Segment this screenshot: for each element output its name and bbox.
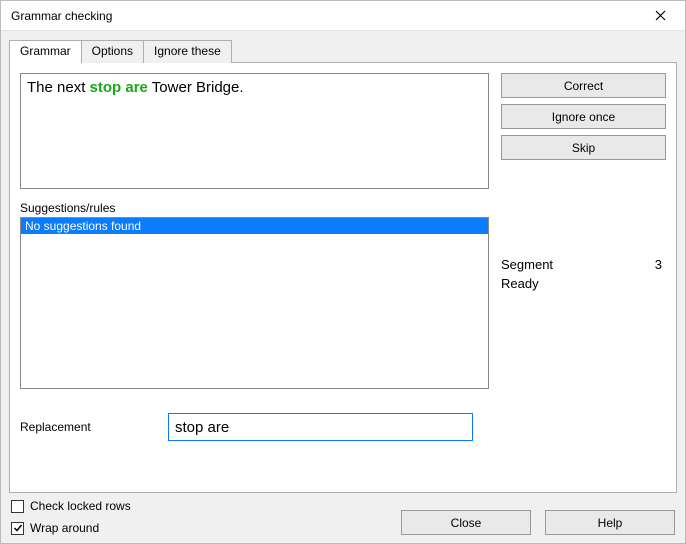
- action-buttons: Correct Ignore once Skip: [501, 73, 666, 189]
- checkbox-column: Check locked rows Wrap around: [11, 499, 401, 535]
- segment-label: Segment: [501, 257, 553, 272]
- check-locked-rows-checkbox[interactable]: Check locked rows: [11, 499, 401, 513]
- ready-status: Ready: [501, 276, 666, 291]
- tab-page-grammar: The next stop are Tower Bridge. Correct …: [9, 62, 677, 493]
- replacement-input[interactable]: [168, 413, 473, 441]
- grammar-checking-window: Grammar checking Grammar Options Ignore …: [0, 0, 686, 544]
- bottom-row: Check locked rows Wrap around Close Help: [9, 499, 677, 535]
- window-title: Grammar checking: [11, 9, 643, 23]
- correct-button[interactable]: Correct: [501, 73, 666, 98]
- suggestions-column: Suggestions/rules No suggestions found: [20, 201, 489, 389]
- mid-row: Suggestions/rules No suggestions found S…: [20, 201, 666, 389]
- suggestion-item[interactable]: No suggestions found: [21, 218, 488, 234]
- replacement-label: Replacement: [20, 420, 158, 434]
- tab-ignore-these[interactable]: Ignore these: [144, 40, 232, 63]
- top-row: The next stop are Tower Bridge. Correct …: [20, 73, 666, 189]
- ignore-once-button[interactable]: Ignore once: [501, 104, 666, 129]
- segment-value: 3: [655, 257, 662, 272]
- replacement-row: Replacement: [20, 413, 666, 441]
- suggestions-list[interactable]: No suggestions found: [20, 217, 489, 389]
- titlebar: Grammar checking: [1, 1, 685, 31]
- suggestions-label: Suggestions/rules: [20, 201, 489, 215]
- status-column: Segment 3 Ready: [501, 201, 666, 389]
- client-area: Grammar Options Ignore these The next st…: [1, 31, 685, 543]
- skip-button[interactable]: Skip: [501, 135, 666, 160]
- tab-options[interactable]: Options: [82, 40, 144, 63]
- sentence-box[interactable]: The next stop are Tower Bridge.: [20, 73, 489, 189]
- dialog-buttons: Close Help: [401, 510, 675, 535]
- tabstrip: Grammar Options Ignore these: [9, 40, 677, 63]
- wrap-around-checkbox[interactable]: Wrap around: [11, 521, 401, 535]
- segment-status: Segment 3: [501, 257, 666, 272]
- sentence-highlight: stop are: [90, 79, 148, 96]
- help-button[interactable]: Help: [545, 510, 675, 535]
- close-button[interactable]: Close: [401, 510, 531, 535]
- tab-grammar[interactable]: Grammar: [9, 40, 82, 63]
- sentence-before: The next: [27, 79, 90, 96]
- checkbox-box-checked: [11, 522, 24, 535]
- checkbox-box-unchecked: [11, 500, 24, 513]
- wrap-around-label: Wrap around: [30, 521, 99, 535]
- close-icon[interactable]: [643, 4, 677, 28]
- sentence-after: Tower Bridge.: [148, 79, 244, 96]
- check-locked-rows-label: Check locked rows: [30, 499, 131, 513]
